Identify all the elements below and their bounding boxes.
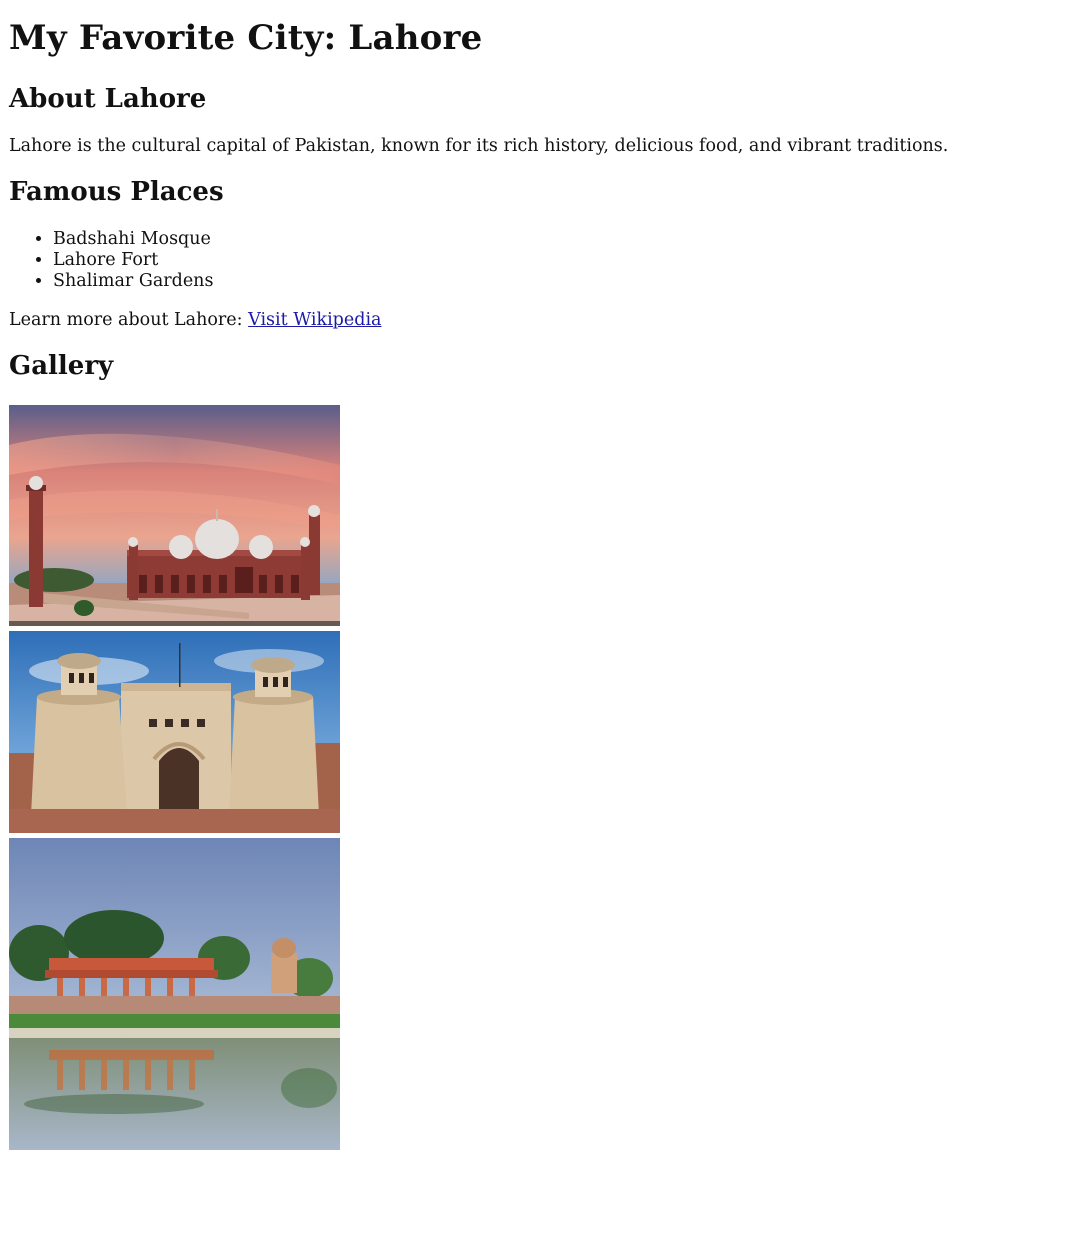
famous-places-heading: Famous Places — [9, 177, 224, 207]
list-item: Lahore Fort — [53, 250, 1080, 271]
learn-more-label: Learn more about Lahore: — [9, 310, 249, 330]
about-text: Lahore is the cultural capital of Pakist… — [9, 136, 949, 156]
badshahi-mosque-photo — [9, 405, 340, 626]
list-item: Shalimar Gardens — [53, 271, 1080, 292]
lahore-fort-photo — [9, 631, 340, 833]
shalimar-gardens-photo — [9, 838, 340, 1150]
wikipedia-link[interactable]: Visit Wikipedia — [248, 310, 381, 330]
list-item: Badshahi Mosque — [53, 229, 1080, 250]
famous-places-list: Badshahi Mosque Lahore Fort Shalimar Gar… — [9, 229, 1080, 292]
gallery-heading: Gallery — [9, 351, 114, 381]
page-title: My Favorite City: Lahore — [9, 18, 483, 58]
about-heading: About Lahore — [9, 84, 207, 114]
page: My Favorite City: Lahore About Lahore La… — [0, 0, 1080, 1150]
learn-more-line: Learn more about Lahore: Visit Wikipedia — [9, 309, 1080, 331]
gallery — [9, 405, 1080, 1150]
